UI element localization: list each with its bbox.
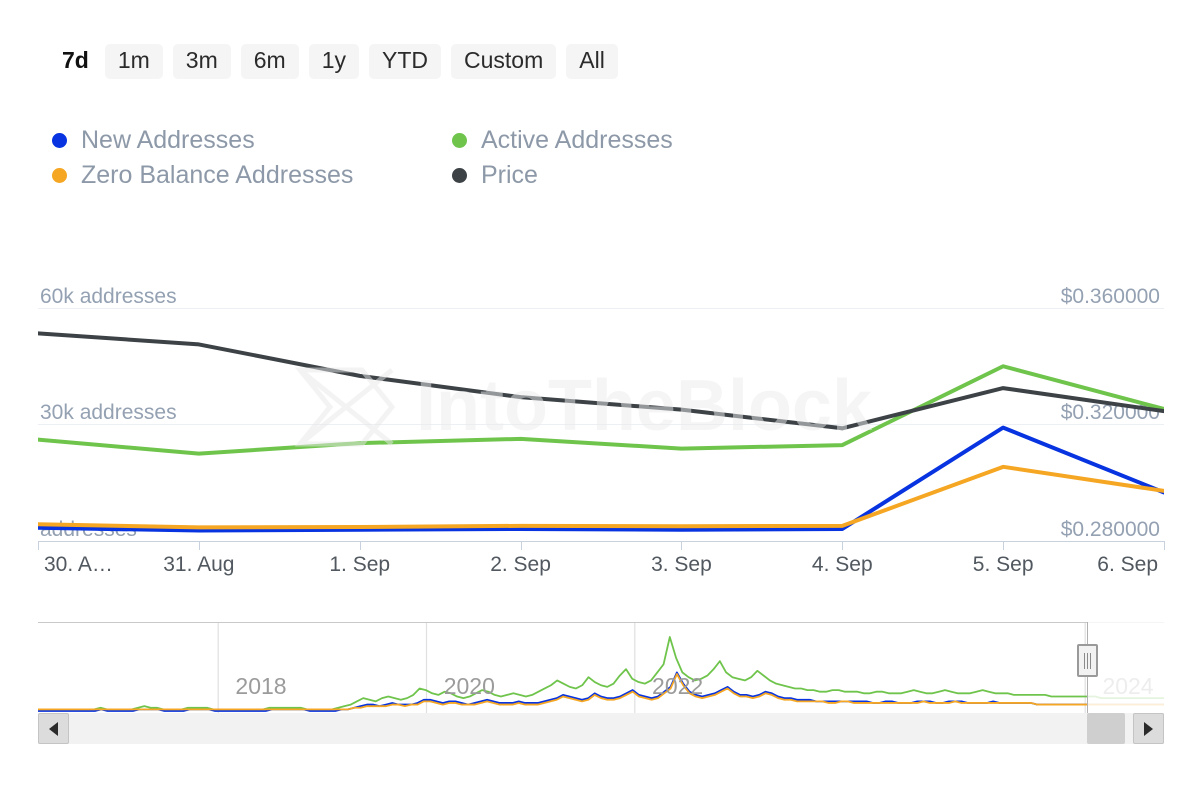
- x-tick: [681, 541, 682, 550]
- legend-dot-icon: [452, 168, 467, 183]
- chart-scrollbar[interactable]: [38, 713, 1164, 744]
- x-axis-label: 6. Sep: [1097, 554, 1158, 575]
- x-axis-line: [38, 541, 1164, 542]
- scroll-right-button[interactable]: [1133, 713, 1164, 744]
- navigator-year-label: 2020: [444, 675, 495, 698]
- main-chart: 60k addresses 30k addresses addresses $0…: [0, 262, 1200, 592]
- navigator-series-new-addresses: [38, 672, 1164, 711]
- x-axis-label: 30. A…: [44, 554, 113, 575]
- legend-label: Zero Balance Addresses: [81, 163, 353, 188]
- range-button-6m[interactable]: 6m: [241, 44, 299, 79]
- navigator-year-label: 2022: [652, 675, 703, 698]
- x-axis-label: 2. Sep: [490, 554, 551, 575]
- navigator-year-label: 2018: [235, 675, 286, 698]
- range-button-ytd[interactable]: YTD: [369, 44, 441, 79]
- legend-label: Active Addresses: [481, 128, 673, 153]
- right-axis-tick-036: $0.360000: [1061, 286, 1160, 307]
- arrow-left-icon: [49, 722, 58, 736]
- range-button-1y[interactable]: 1y: [309, 44, 359, 79]
- x-axis-label: 31. Aug: [163, 554, 234, 575]
- scroll-left-button[interactable]: [38, 713, 69, 744]
- range-button-3m[interactable]: 3m: [173, 44, 231, 79]
- x-tick: [38, 541, 39, 550]
- x-axis-label: 5. Sep: [973, 554, 1034, 575]
- x-tick: [1164, 541, 1165, 550]
- x-tick: [1003, 541, 1004, 550]
- scrollbar-track[interactable]: [38, 713, 1164, 744]
- legend-label: New Addresses: [81, 128, 255, 153]
- range-button-7d[interactable]: 7d: [56, 44, 95, 79]
- navigator-right-handle[interactable]: [1087, 622, 1088, 714]
- chart-navigator[interactable]: 2018202020222024: [38, 622, 1164, 714]
- x-tick: [842, 541, 843, 550]
- range-button-all[interactable]: All: [566, 44, 618, 79]
- arrow-right-icon: [1144, 722, 1153, 736]
- legend-item-new-addresses[interactable]: New Addresses: [52, 128, 452, 153]
- range-selector: 7d 1m 3m 6m 1y YTD Custom All: [56, 44, 618, 79]
- x-tick: [199, 541, 200, 550]
- navigator-mini-chart: [38, 623, 1164, 715]
- legend-dot-icon: [452, 133, 467, 148]
- range-button-1m[interactable]: 1m: [105, 44, 163, 79]
- series-line-price: [38, 333, 1164, 428]
- x-tick: [521, 541, 522, 550]
- scrollbar-thumb[interactable]: [1087, 713, 1125, 744]
- navigator-series-zero-balance-addresses: [38, 674, 1164, 709]
- x-axis-label: 4. Sep: [812, 554, 873, 575]
- x-axis-label: 1. Sep: [329, 554, 390, 575]
- series-line-zero-balance-addresses: [38, 467, 1164, 528]
- legend-label: Price: [481, 163, 538, 188]
- navigator-outside-mask: [1088, 622, 1164, 714]
- left-axis-tick-60k: 60k addresses: [40, 286, 177, 307]
- legend-item-price[interactable]: Price: [452, 163, 812, 188]
- x-axis-label: 3. Sep: [651, 554, 712, 575]
- navigator-handle-grip[interactable]: [1077, 644, 1098, 677]
- legend-item-zero-balance-addresses[interactable]: Zero Balance Addresses: [52, 163, 452, 188]
- legend-dot-icon: [52, 133, 67, 148]
- legend-item-active-addresses[interactable]: Active Addresses: [452, 128, 812, 153]
- plot-lines: [38, 308, 1164, 541]
- legend-dot-icon: [52, 168, 67, 183]
- range-button-custom[interactable]: Custom: [451, 44, 556, 79]
- chart-legend: New Addresses Active Addresses Zero Balanc…: [52, 128, 812, 188]
- x-tick: [360, 541, 361, 550]
- series-line-active-addresses: [38, 366, 1164, 453]
